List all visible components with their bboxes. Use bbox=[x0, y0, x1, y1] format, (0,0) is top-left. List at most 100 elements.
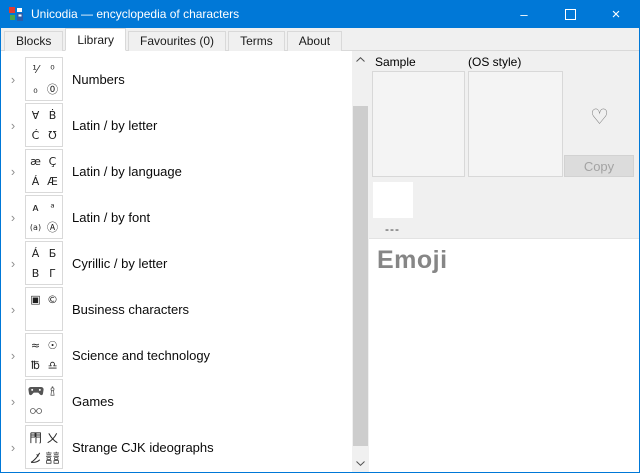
tree-item-label: Latin / by letter bbox=[72, 118, 157, 133]
tree-item-games[interactable]: › Games bbox=[1, 378, 352, 424]
tree-item-label: Science and technology bbox=[72, 348, 210, 363]
chevron-right-icon[interactable]: › bbox=[1, 165, 25, 178]
sample-glyph: Ʊ bbox=[45, 125, 61, 145]
category-icon-strange-cjk-ideographs bbox=[25, 425, 63, 469]
xcross-glyph-icon bbox=[45, 427, 61, 447]
tree-item-business-characters[interactable]: ›▣© Business characters bbox=[1, 286, 352, 332]
sample-glyph bbox=[28, 309, 44, 329]
sample-glyph: ∀ bbox=[28, 105, 44, 125]
category-icon-numbers: ⅟⁰₀⓪ bbox=[25, 57, 63, 101]
tree-item-label: Cyrillic / by letter bbox=[72, 256, 167, 271]
sample-glyph: ☉ bbox=[45, 335, 61, 355]
tree-item-numbers[interactable]: ›⅟⁰₀⓪ Numbers bbox=[1, 56, 352, 102]
tree-item-strange-cjk-ideographs[interactable]: › Strange CJK ideographs bbox=[1, 424, 352, 470]
tree-item-latin-by-font[interactable]: ›ᴀᵃ(a)Ⓐ Latin / by font bbox=[1, 194, 352, 240]
os-style-preview-box bbox=[468, 71, 563, 177]
tree-item-latin-by-language[interactable]: ›æÇÁÆ Latin / by language bbox=[1, 148, 352, 194]
sample-row: ♡ Copy bbox=[369, 71, 639, 177]
sample-glyph: ₀ bbox=[28, 79, 44, 99]
category-icon-science-and-technology: ≈☉℔♎ bbox=[25, 333, 63, 377]
sample-glyph bbox=[45, 309, 61, 329]
main-content: ›⅟⁰₀⓪Numbers›∀ḂĆƱLatin / by letter›æÇÁÆL… bbox=[1, 51, 639, 472]
scrollbar-thumb[interactable] bbox=[353, 106, 368, 446]
details-pane: Sample (OS style) ♡ Copy --- Emoji bbox=[369, 51, 639, 472]
sample-glyph: В bbox=[28, 263, 44, 283]
minimize-button[interactable]: – bbox=[501, 0, 547, 28]
doublejoy-glyph-icon bbox=[45, 447, 61, 467]
tab-blocks[interactable]: Blocks bbox=[4, 31, 63, 51]
sample-glyph: ▣ bbox=[28, 289, 44, 309]
chevron-right-icon[interactable]: › bbox=[1, 303, 25, 316]
category-icon-cyrillic-by-letter: ÁБВГ bbox=[25, 241, 63, 285]
favourite-heart-icon[interactable]: ♡ bbox=[590, 107, 609, 128]
tree-item-label: Strange CJK ideographs bbox=[72, 440, 214, 455]
color-swatch bbox=[373, 182, 413, 218]
category-icon-latin-by-font: ᴀᵃ(a)Ⓐ bbox=[25, 195, 63, 239]
category-icon-latin-by-letter: ∀ḂĆƱ bbox=[25, 103, 63, 147]
sample-glyph: Б bbox=[45, 243, 61, 263]
tab-library[interactable]: Library bbox=[65, 28, 126, 51]
copy-button[interactable]: Copy bbox=[564, 155, 634, 177]
sample-glyph: ⅟ bbox=[28, 59, 44, 79]
tab-about[interactable]: About bbox=[287, 31, 342, 51]
sample-glyph: (a) bbox=[28, 217, 44, 237]
tree-scrollbar[interactable] bbox=[352, 51, 369, 472]
sample-glyph: ᵃ bbox=[45, 197, 61, 217]
sample-glyph: Ḃ bbox=[45, 105, 61, 125]
scroll-down-button[interactable] bbox=[352, 455, 369, 472]
gamepad-glyph-icon bbox=[28, 381, 44, 401]
sample-glyph: ⓪ bbox=[45, 79, 61, 99]
sample-glyph: Ⓐ bbox=[45, 217, 61, 237]
sample-glyph: Ć bbox=[28, 125, 44, 145]
sample-glyph: Á bbox=[28, 171, 44, 191]
sample-side-column: ♡ Copy bbox=[563, 71, 636, 177]
tree-item-label: Business characters bbox=[72, 302, 189, 317]
tab-favourites[interactable]: Favourites (0) bbox=[128, 31, 226, 51]
sample-labels-row: Sample (OS style) bbox=[369, 51, 639, 71]
tab-bar: BlocksLibraryFavourites (0)TermsAbout bbox=[1, 28, 639, 51]
hook-glyph-icon bbox=[28, 447, 44, 467]
sample-glyph: Á bbox=[28, 243, 44, 263]
tree-item-label: Latin / by language bbox=[72, 164, 182, 179]
library-tree: ›⅟⁰₀⓪Numbers›∀ḂĆƱLatin / by letter›æÇÁÆL… bbox=[1, 51, 352, 472]
placeholder-dashes: --- bbox=[385, 222, 639, 235]
pawn-glyph-icon bbox=[45, 381, 61, 401]
os-style-label: (OS style) bbox=[468, 55, 521, 69]
sample-glyph: ♎ bbox=[45, 355, 61, 375]
close-button[interactable]: × bbox=[593, 0, 639, 28]
gate-glyph-icon bbox=[28, 427, 44, 447]
category-icon-business-characters: ▣© bbox=[25, 287, 63, 331]
chevron-right-icon[interactable]: › bbox=[1, 257, 25, 270]
tree-item-label: Latin / by font bbox=[72, 210, 150, 225]
sample-glyph: ᴀ bbox=[28, 197, 44, 217]
domino-glyph-icon bbox=[28, 401, 44, 421]
chevron-right-icon[interactable]: › bbox=[1, 211, 25, 224]
sample-glyph: æ bbox=[28, 151, 44, 171]
maximize-icon bbox=[565, 9, 576, 20]
window-title: Unicodia — encyclopedia of characters bbox=[31, 7, 501, 21]
sample-glyph: ≈ bbox=[28, 335, 44, 355]
sample-glyph: Г bbox=[45, 263, 61, 283]
app-logo-icon bbox=[9, 7, 24, 22]
chevron-right-icon[interactable]: › bbox=[1, 349, 25, 362]
chevron-right-icon[interactable]: › bbox=[1, 395, 25, 408]
scroll-up-button[interactable] bbox=[352, 51, 369, 68]
tree-item-label: Numbers bbox=[72, 72, 125, 87]
sample-glyph: Æ bbox=[45, 171, 61, 191]
chevron-right-icon[interactable]: › bbox=[1, 119, 25, 132]
sample-glyph bbox=[45, 401, 61, 421]
sample-glyph: Ç bbox=[45, 151, 61, 171]
chevron-right-icon[interactable]: › bbox=[1, 73, 25, 86]
sample-label: Sample bbox=[375, 55, 468, 69]
sample-glyph: ⁰ bbox=[45, 59, 61, 79]
category-info-area: Emoji bbox=[369, 238, 639, 472]
tab-terms[interactable]: Terms bbox=[228, 31, 285, 51]
category-heading: Emoji bbox=[377, 246, 639, 275]
tree-item-science-and-technology[interactable]: ›≈☉℔♎ Science and technology bbox=[1, 332, 352, 378]
tree-item-label: Games bbox=[72, 394, 114, 409]
tree-item-latin-by-letter[interactable]: ›∀ḂĆƱ Latin / by letter bbox=[1, 102, 352, 148]
tree-item-cyrillic-by-letter[interactable]: ›ÁБВГ Cyrillic / by letter bbox=[1, 240, 352, 286]
app-window: Unicodia — encyclopedia of characters – … bbox=[0, 0, 640, 473]
maximize-button[interactable] bbox=[547, 0, 593, 28]
chevron-right-icon[interactable]: › bbox=[1, 441, 25, 454]
